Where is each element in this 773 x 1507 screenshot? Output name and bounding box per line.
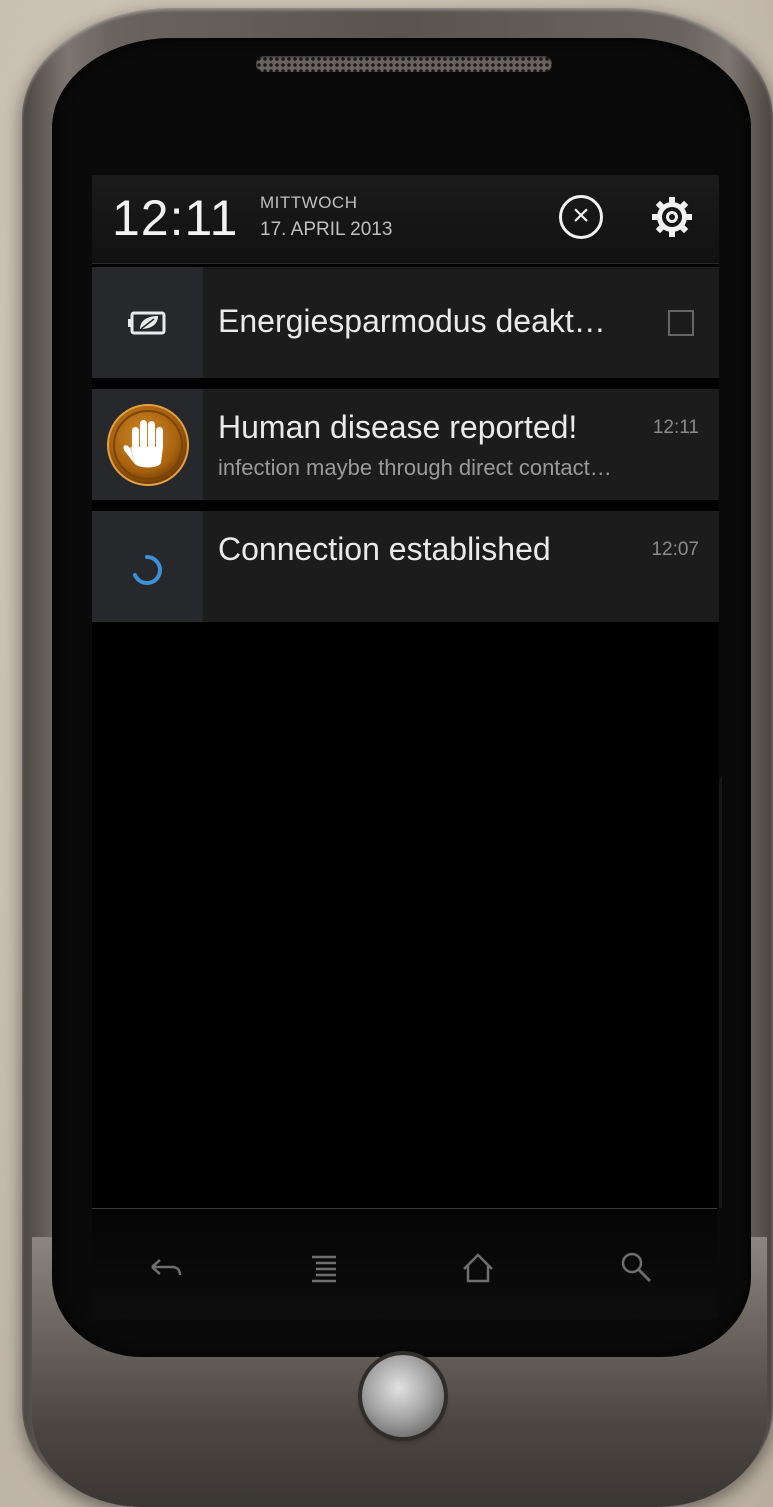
sync-spinner-icon <box>133 555 162 585</box>
search-icon[interactable] <box>616 1247 656 1287</box>
trackball-button[interactable] <box>362 1355 444 1437</box>
screen: 12:11 MITTWOCH 17. APRIL 2013 × Energies… <box>92 175 719 1208</box>
notification-header: 12:11 MITTWOCH 17. APRIL 2013 × <box>92 175 719 264</box>
clock: 12:11 <box>112 190 239 246</box>
notification-title: Connection established <box>218 531 551 567</box>
notification-title: Human disease reported! <box>218 409 578 445</box>
notification-icon-panel <box>92 267 203 378</box>
raised-hand-icon <box>107 404 189 486</box>
notification-subtitle: infection maybe through direct contact… <box>218 455 612 480</box>
home-icon[interactable] <box>458 1247 498 1287</box>
notification-time: 12:11 <box>652 417 699 438</box>
settings-button[interactable] <box>648 193 696 241</box>
weekday-label: MITTWOCH <box>260 193 358 212</box>
date-label[interactable]: 17. APRIL 2013 <box>260 219 392 241</box>
power-saving-checkbox[interactable] <box>668 310 694 336</box>
notification-connection[interactable]: Connection established 12:07 <box>92 511 719 622</box>
notification-icon-panel <box>92 511 203 622</box>
notification-title: Energiesparmodus deakt… <box>218 303 606 339</box>
menu-icon[interactable] <box>304 1247 344 1287</box>
notification-time: 12:07 <box>651 539 699 560</box>
earpiece-speaker <box>256 56 552 72</box>
notification-disease-report[interactable]: Human disease reported! 12:11 infection … <box>92 389 719 500</box>
notification-icon-panel <box>92 389 203 500</box>
clear-all-icon: × <box>572 199 590 232</box>
back-icon[interactable] <box>146 1247 186 1287</box>
notification-power-saving[interactable]: Energiesparmodus deakt… <box>92 267 719 378</box>
battery-leaf-icon <box>128 311 166 335</box>
settings-gear-icon <box>652 197 692 237</box>
navigation-bar <box>92 1208 717 1319</box>
clear-all-button[interactable]: × <box>559 195 603 239</box>
